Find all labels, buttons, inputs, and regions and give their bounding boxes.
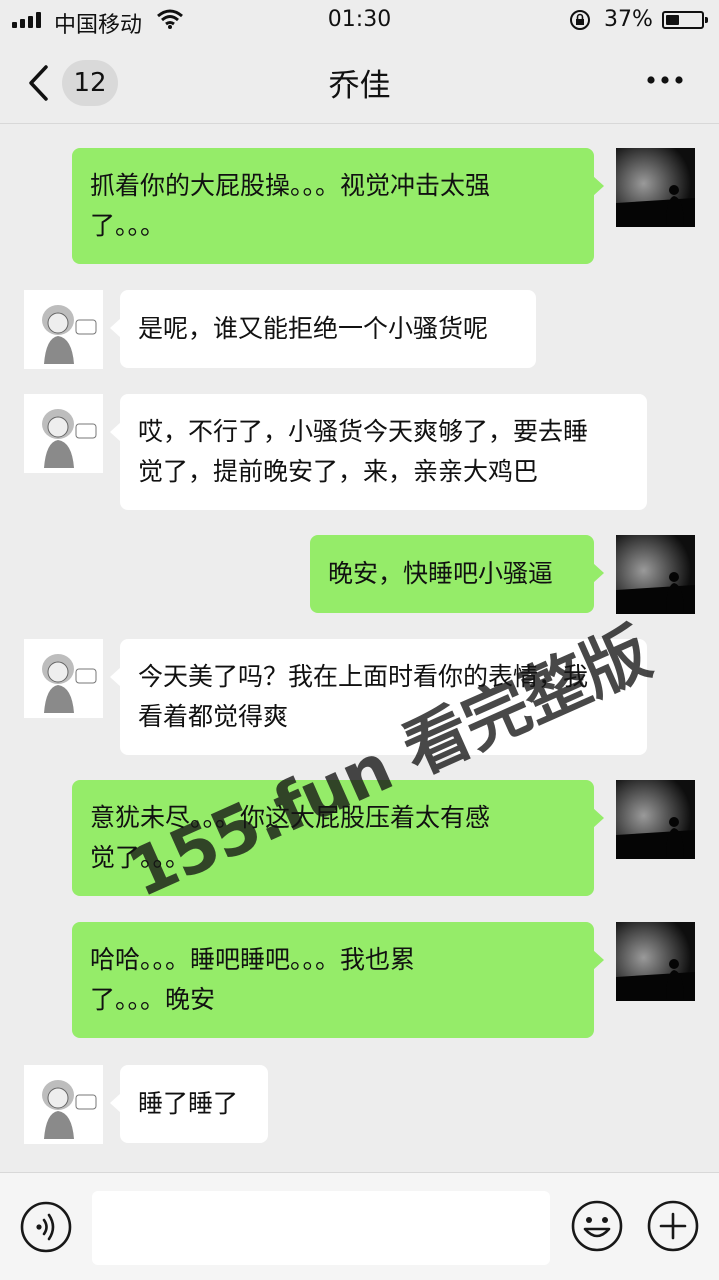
message-input[interactable] — [92, 1191, 550, 1265]
rotation-lock-icon — [570, 10, 590, 30]
chat-title: 乔佳 — [328, 68, 391, 104]
cartoon-girl-avatar-icon — [24, 1065, 103, 1144]
received-message-bubble[interactable]: 哎，不行了，小骚货今天爽够了，要去睡 觉了，提前晚安了，来，亲亲大鸡巴 — [110, 394, 647, 510]
input-bar — [0, 1172, 719, 1280]
contact-avatar[interactable] — [24, 1065, 103, 1144]
received-message-bubble[interactable]: 是呢，谁又能拒绝一个小骚货呢 — [110, 290, 536, 368]
sent-message-bubble[interactable]: 抓着你的大屁股操。。。视觉冲击太强 了。。。 — [72, 148, 604, 264]
message-text: 了。。。 — [90, 211, 166, 240]
message-text: 睡了睡了 — [138, 1089, 239, 1118]
message-text: 抓着你的大屁股操。。。视觉冲击太强 — [90, 171, 491, 200]
cartoon-girl-avatar-icon — [24, 290, 103, 369]
silhouette-photo-icon — [616, 922, 695, 1001]
plus-icon[interactable] — [646, 1199, 700, 1253]
status-bar: 中国移动 01:30 37% — [0, 0, 719, 40]
message-text: 晚安，快睡吧小骚逼 — [328, 559, 554, 588]
message-text: 是呢，谁又能拒绝一个小骚货呢 — [138, 314, 489, 343]
contact-avatar[interactable] — [24, 639, 103, 718]
my-avatar[interactable] — [616, 922, 695, 1001]
silhouette-photo-icon — [616, 535, 695, 614]
sent-message-bubble[interactable]: 晚安，快睡吧小骚逼 — [310, 535, 604, 613]
sent-message-bubble[interactable]: 哈哈。。。睡吧睡吧。。。我也累 了。。。晚安 — [72, 922, 604, 1038]
cartoon-girl-avatar-icon — [24, 394, 103, 473]
emoji-icon[interactable] — [570, 1199, 624, 1253]
voice-icon[interactable] — [20, 1201, 72, 1253]
message-text: 哈哈。。。睡吧睡吧。。。我也累 — [90, 945, 416, 974]
cartoon-girl-avatar-icon — [24, 639, 103, 718]
contact-avatar[interactable] — [24, 394, 103, 473]
silhouette-photo-icon — [616, 780, 695, 859]
battery-icon — [662, 11, 708, 29]
chat-header: 12 乔佳 — [0, 40, 719, 124]
my-avatar[interactable] — [616, 780, 695, 859]
contact-avatar[interactable] — [24, 290, 103, 369]
message-text: 哎，不行了，小骚货今天爽够了，要去睡 — [138, 417, 589, 446]
received-message-bubble[interactable]: 睡了睡了 — [110, 1065, 268, 1143]
more-dots-icon[interactable] — [640, 66, 690, 94]
battery-percent: 37% — [604, 7, 653, 32]
silhouette-photo-icon — [616, 148, 695, 227]
my-avatar[interactable] — [616, 148, 695, 227]
message-text: 了。。。晚安 — [90, 985, 216, 1014]
message-text: 觉了，提前晚安了，来，亲亲大鸡巴 — [138, 457, 539, 486]
my-avatar[interactable] — [616, 535, 695, 614]
